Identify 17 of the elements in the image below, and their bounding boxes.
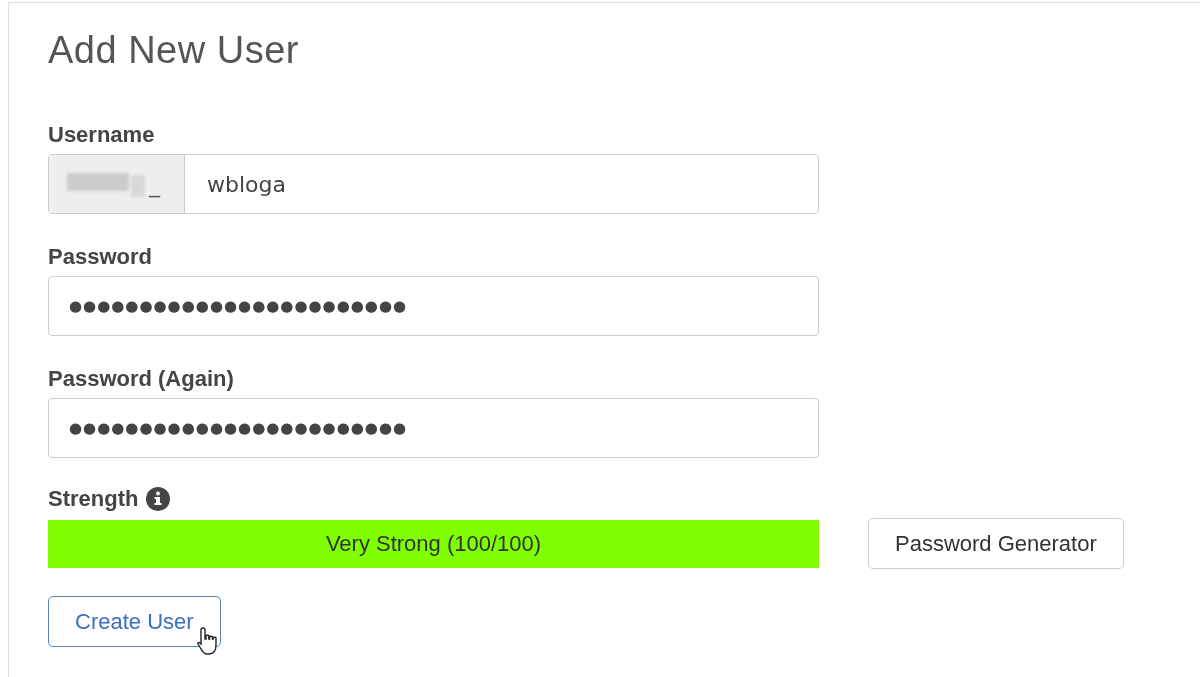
field-label: Strength	[48, 486, 139, 512]
prefix-text: _	[149, 171, 160, 197]
field-value: wbloga	[206, 171, 286, 197]
password-field[interactable]: ●●●●●●●●●●●●●●●●●●●●●●●●	[48, 398, 819, 458]
masked-value: ●●●●●●●●●●●●●●●●●●●●●●●●	[68, 419, 408, 437]
field-label: Username	[48, 122, 155, 148]
username-field[interactable]: _ wbloga	[48, 154, 819, 214]
masked-value: ●●●●●●●●●●●●●●●●●●●●●●●●	[68, 297, 408, 315]
strength-reading: Very Strong (100/100)	[324, 529, 543, 558]
page-title: Add New User	[48, 29, 300, 72]
password-field[interactable]: ●●●●●●●●●●●●●●●●●●●●●●●●	[48, 276, 819, 336]
password-generator-button[interactable]: Password Generator	[868, 518, 1124, 569]
hand-cursor-icon	[196, 626, 220, 658]
create-user-button[interactable]: Create User	[48, 596, 221, 647]
field-label: Password	[48, 244, 152, 270]
field-label: Password (Again)	[48, 366, 234, 392]
info-icon[interactable]	[146, 487, 171, 511]
